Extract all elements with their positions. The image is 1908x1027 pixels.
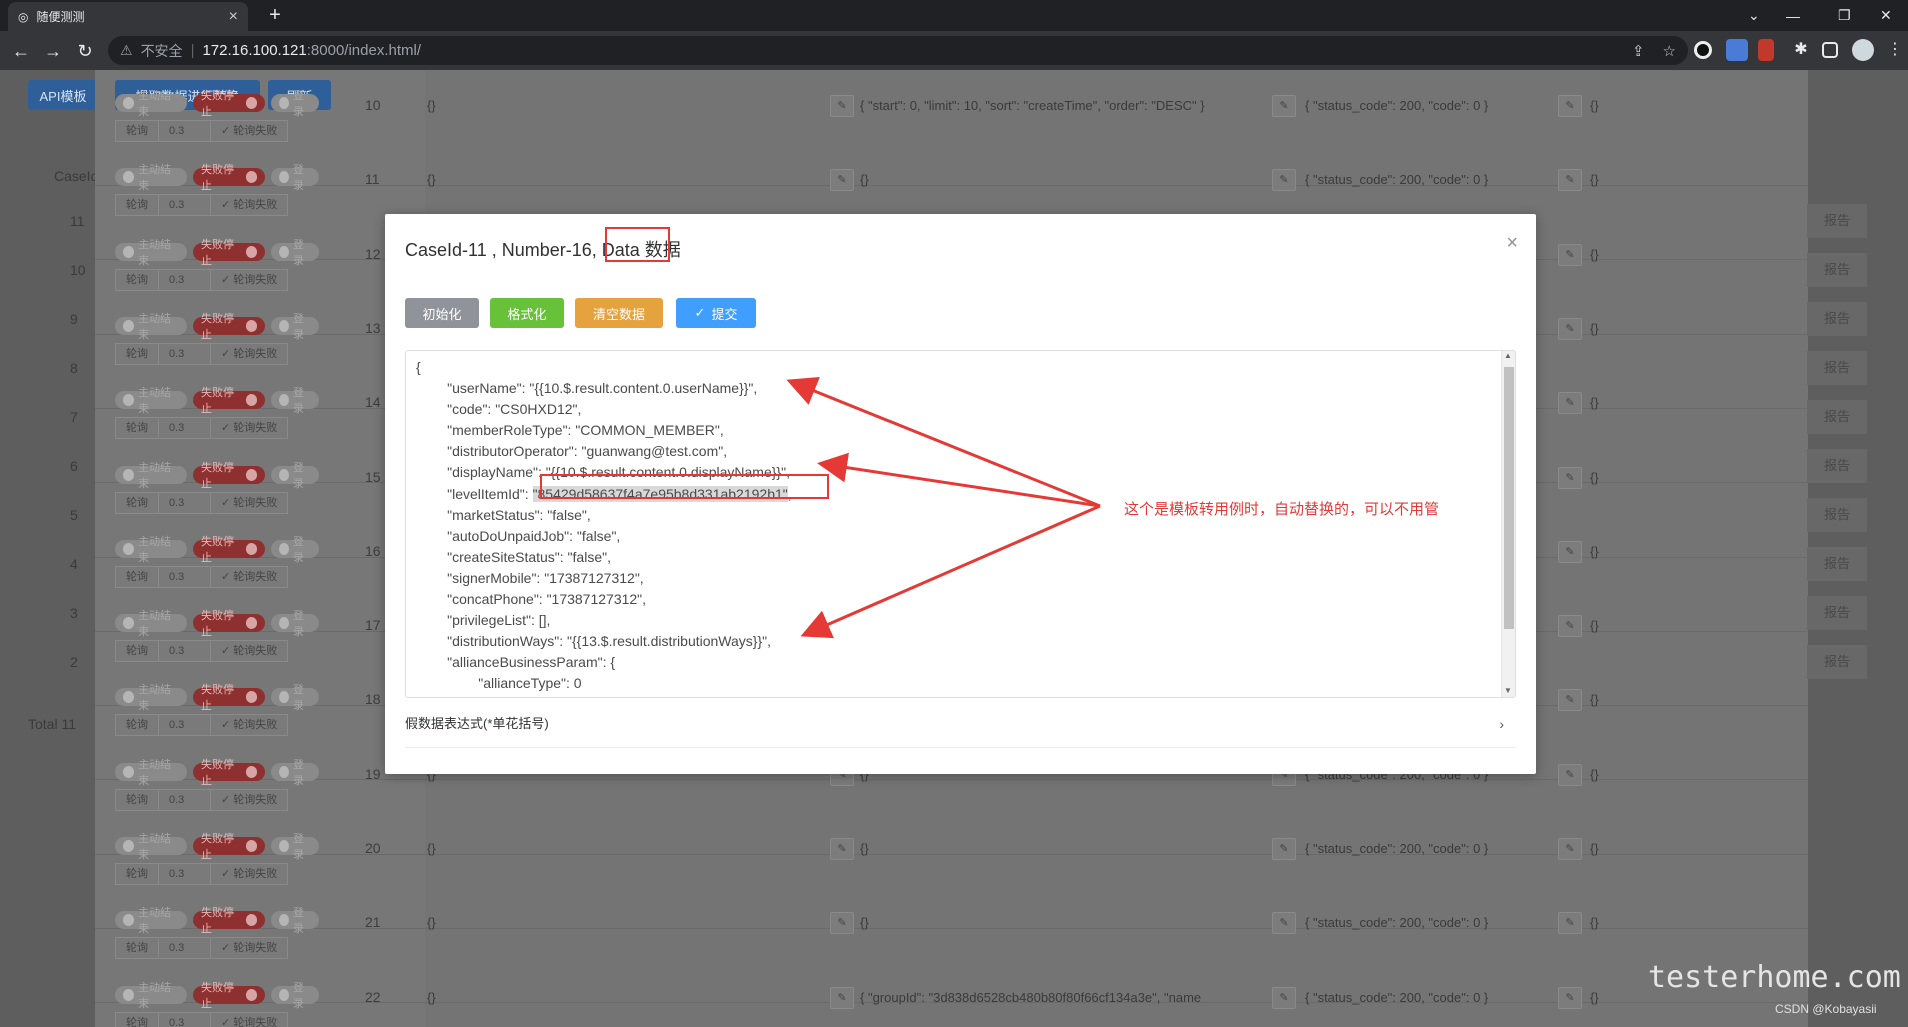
watermark-brand: testerhome.com (1648, 960, 1901, 995)
watermark-author: CSDN @Kobayasii (1775, 1002, 1877, 1016)
arrow-displayname (817, 452, 1101, 508)
annotation-text: 这个是模板转用例时，自动替换的，可以不用管 (1124, 501, 1440, 518)
annotation-arrows (786, 377, 1101, 639)
arrow-username (786, 377, 1101, 508)
arrow-distribution (800, 504, 1101, 639)
